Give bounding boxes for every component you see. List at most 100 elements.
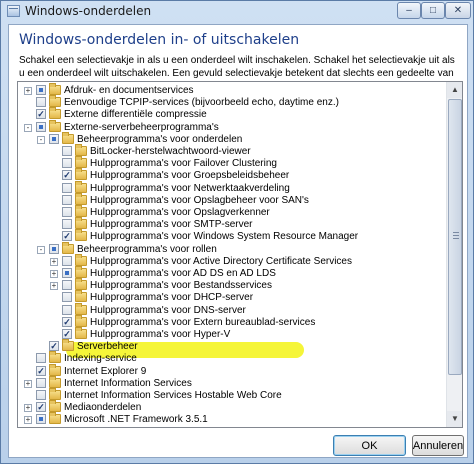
tree-item-checkbox[interactable] bbox=[62, 207, 72, 217]
expand-icon[interactable]: + bbox=[50, 257, 58, 266]
tree-item-checkbox[interactable] bbox=[62, 194, 72, 205]
tree-item[interactable]: BitLocker-herstelwachtwoord-viewer bbox=[18, 144, 446, 158]
tree-item-checkbox[interactable] bbox=[36, 85, 46, 95]
ok-button[interactable]: OK bbox=[333, 435, 406, 456]
folder-icon bbox=[75, 205, 87, 217]
tree-item[interactable]: Hulpprogramma's voor Failover Clustering bbox=[18, 156, 446, 170]
tree-item[interactable]: + ✓ Mediaonderdelen bbox=[18, 400, 446, 414]
scroll-thumb[interactable] bbox=[448, 99, 462, 375]
folder-icon bbox=[49, 388, 61, 400]
folder-icon bbox=[75, 180, 87, 193]
tree-item-checkbox[interactable] bbox=[62, 268, 72, 278]
close-button[interactable]: ✕ bbox=[445, 2, 471, 19]
tree-item-checkbox[interactable] bbox=[62, 182, 72, 193]
expand-icon[interactable]: + bbox=[24, 379, 32, 388]
tree-item-label: BitLocker-herstelwachtwoord-viewer bbox=[90, 146, 251, 157]
tree-item[interactable]: Hulpprogramma's voor Opslagverkenner bbox=[18, 205, 446, 219]
tree-item-label: Hulpprogramma's voor Bestandsservices bbox=[90, 280, 272, 292]
folder-icon bbox=[49, 363, 61, 376]
tree-item[interactable]: + Hulpprogramma's voor Active Directory C… bbox=[18, 253, 446, 268]
tree-item[interactable]: Eenvoudige TCPIP-services (bijvoorbeeld … bbox=[18, 95, 446, 109]
tree-item-checkbox[interactable] bbox=[62, 255, 72, 266]
tree-item-checkbox[interactable] bbox=[49, 243, 59, 254]
folder-icon bbox=[49, 83, 61, 95]
folder-icon bbox=[75, 314, 87, 327]
folder-icon bbox=[62, 131, 74, 144]
expand-icon[interactable]: + bbox=[24, 404, 32, 413]
tree-item-checkbox[interactable]: ✓ bbox=[62, 170, 72, 181]
tree-item-checkbox[interactable] bbox=[49, 133, 59, 144]
window-title: Windows-onderdelen bbox=[25, 4, 152, 18]
tree-item-checkbox[interactable]: ✓ bbox=[49, 341, 59, 352]
tree-item-label: Hulpprogramma's voor Opslagverkenner bbox=[90, 207, 270, 218]
tree-item-checkbox[interactable]: ✓ bbox=[36, 109, 46, 120]
tree-item-checkbox[interactable] bbox=[62, 146, 72, 156]
expand-icon[interactable]: + bbox=[50, 282, 58, 291]
tree-item[interactable]: + Hulpprogramma's voor Bestandsservices bbox=[18, 278, 446, 292]
tree-item-checkbox[interactable] bbox=[36, 414, 46, 425]
folder-icon bbox=[49, 107, 61, 120]
tree-item[interactable]: ✓ Hulpprogramma's voor Hyper-V bbox=[18, 327, 446, 341]
tree-item[interactable]: ✓ Externe differentiële compressie bbox=[18, 107, 446, 121]
tree-item[interactable]: - Externe-serverbeheerprogramma's bbox=[18, 119, 446, 134]
tree-item[interactable]: Hulpprogramma's voor DHCP-server bbox=[18, 290, 446, 304]
tree-item-checkbox[interactable] bbox=[62, 158, 72, 169]
minimize-button[interactable]: – bbox=[397, 2, 421, 19]
tree-item-label: Externe differentiële compressie bbox=[64, 109, 207, 121]
tree-item[interactable]: Indexing-service bbox=[18, 351, 446, 365]
tree-item-checkbox[interactable] bbox=[36, 353, 46, 364]
expand-icon[interactable]: + bbox=[24, 87, 32, 95]
tree-item[interactable]: + Internet Information Services bbox=[18, 375, 446, 390]
folder-icon bbox=[62, 339, 74, 352]
tree-item-checkbox[interactable] bbox=[36, 377, 46, 388]
tree-item-label: Hulpprogramma's voor Active Directory Ce… bbox=[90, 255, 352, 267]
tree-item[interactable]: + Afdruk- en documentservices bbox=[18, 83, 446, 97]
expand-icon[interactable]: + bbox=[50, 270, 58, 278]
tree-item-checkbox[interactable]: ✓ bbox=[62, 329, 72, 339]
scroll-down-button[interactable]: ▼ bbox=[447, 411, 462, 427]
scroll-grip-icon bbox=[453, 232, 459, 233]
tree-item-label: Hulpprogramma's voor DHCP-server bbox=[90, 292, 254, 304]
folder-icon bbox=[75, 156, 87, 169]
collapse-icon[interactable]: - bbox=[37, 135, 45, 144]
tree-item-checkbox[interactable] bbox=[62, 304, 72, 315]
cancel-button[interactable]: Annuleren bbox=[412, 435, 464, 456]
scroll-up-button[interactable]: ▲ bbox=[447, 82, 462, 98]
tree-item-label: Hulpprogramma's voor AD DS en AD LDS bbox=[90, 268, 276, 279]
tree-item-checkbox[interactable]: ✓ bbox=[36, 402, 46, 413]
maximize-button[interactable]: □ bbox=[421, 2, 445, 19]
tree-item[interactable]: - Beheerprogramma's voor rollen bbox=[18, 241, 446, 256]
tree-item-checkbox[interactable]: ✓ bbox=[62, 316, 72, 327]
tree-item[interactable]: ✓ Serverbeheer bbox=[18, 339, 446, 353]
tree-item-checkbox[interactable]: ✓ bbox=[62, 231, 72, 242]
folder-icon bbox=[75, 217, 87, 230]
tree-item-checkbox[interactable]: ✓ bbox=[36, 365, 46, 376]
tree-item[interactable]: ✓ Hulpprogramma's voor Windows System Res… bbox=[18, 229, 446, 243]
folder-icon bbox=[75, 266, 87, 278]
tree-item-checkbox[interactable] bbox=[36, 121, 46, 132]
tree-item[interactable]: Internet Information Services Hostable W… bbox=[18, 388, 446, 402]
title-bar[interactable]: Windows-onderdelen – □ ✕ bbox=[1, 1, 473, 21]
vertical-scrollbar[interactable]: ▲ ▼ bbox=[446, 82, 462, 427]
tree-item[interactable]: ✓ Hulpprogramma's voor Extern bureaublad-… bbox=[18, 314, 446, 329]
tree-item-checkbox[interactable] bbox=[62, 292, 72, 303]
tree-item[interactable]: + Microsoft .NET Framework 3.5.1 bbox=[18, 412, 446, 426]
expand-icon[interactable]: + bbox=[24, 416, 32, 425]
tree-item-checkbox[interactable] bbox=[62, 219, 72, 230]
tree-item[interactable]: - Beheerprogramma's voor onderdelen bbox=[18, 131, 446, 146]
dialog-heading: Windows-onderdelen in- of uitschakelen bbox=[19, 32, 300, 48]
dialog-window: Windows-onderdelen – □ ✕ Windows-onderde… bbox=[0, 0, 474, 464]
tree-item-checkbox[interactable] bbox=[36, 390, 46, 400]
tree-item[interactable]: Hulpprogramma's voor DNS-server bbox=[18, 302, 446, 317]
collapse-icon[interactable]: - bbox=[24, 123, 32, 132]
tree-item-checkbox[interactable] bbox=[62, 280, 72, 291]
tree-item[interactable]: + Hulpprogramma's voor AD DS en AD LDS bbox=[18, 266, 446, 280]
collapse-icon[interactable]: - bbox=[37, 245, 45, 254]
tree-item[interactable]: Hulpprogramma's voor Netwerktaakverdelin… bbox=[18, 180, 446, 195]
folder-icon bbox=[75, 327, 87, 339]
tree-item[interactable]: ✓ Hulpprogramma's voor Groepsbeleidsbehee… bbox=[18, 168, 446, 182]
tree-item[interactable]: ✓ Internet Explorer 9 bbox=[18, 363, 446, 378]
tree-item-checkbox[interactable] bbox=[36, 97, 46, 108]
tree-item[interactable]: Hulpprogramma's voor Opslagbeheer voor S… bbox=[18, 192, 446, 207]
tree-item[interactable]: Hulpprogramma's voor SMTP-server bbox=[18, 217, 446, 231]
